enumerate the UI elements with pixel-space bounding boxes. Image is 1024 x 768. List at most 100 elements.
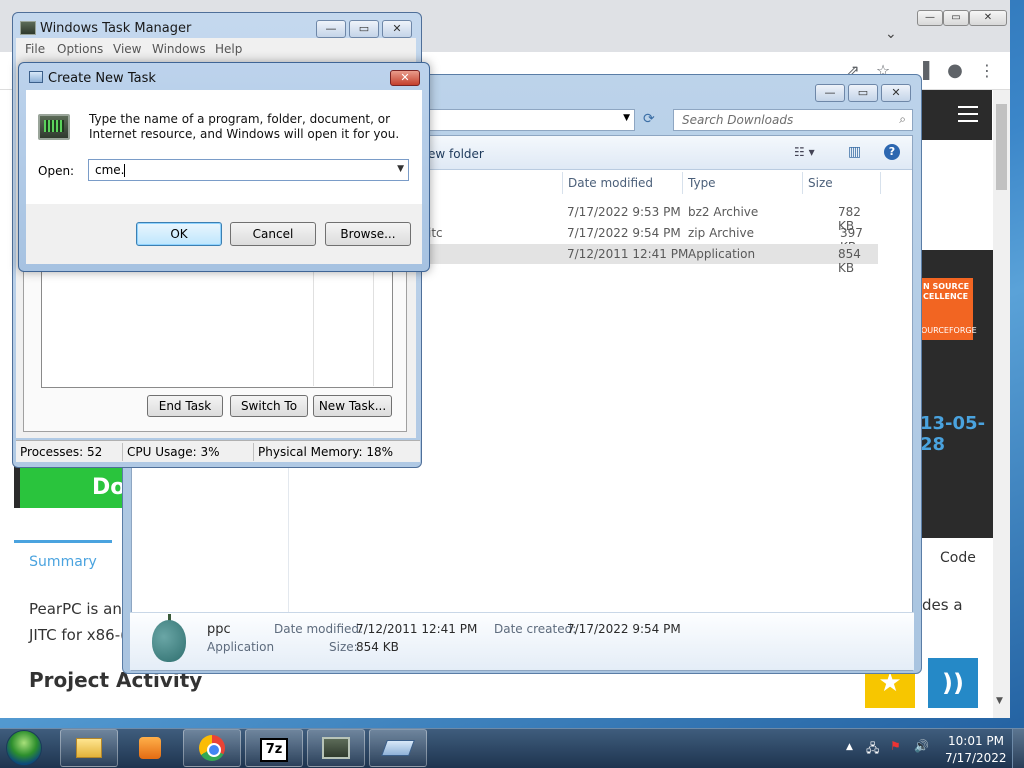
taskmgr-close-button[interactable]: ✕: [382, 20, 412, 38]
scrollbar-thumb[interactable]: [996, 104, 1007, 190]
end-task-button[interactable]: End Task: [147, 395, 223, 417]
ok-button[interactable]: OK: [136, 222, 222, 246]
address-bar[interactable]: ▼: [423, 109, 635, 131]
mouse-cursor-icon: [78, 512, 98, 534]
menu-windows[interactable]: Windows: [152, 42, 206, 56]
details-kind: Application: [207, 640, 275, 654]
download-button[interactable]: Do: [20, 468, 124, 508]
tab-code[interactable]: Code: [940, 550, 976, 566]
volume-icon[interactable]: 🔊: [914, 739, 929, 753]
media-player-icon: [139, 737, 161, 759]
dialog-message: Type the name of a program, folder, docu…: [89, 112, 400, 141]
taskbar-media-player[interactable]: [121, 729, 179, 767]
new-task-button[interactable]: New Task...: [313, 395, 392, 417]
column-divider: [373, 268, 374, 386]
details-date-created: 7/17/2022 9:54 PM: [567, 622, 681, 636]
task-manager-title: Windows Task Manager: [40, 21, 192, 36]
badge-subtitle: OURCEFORGE: [921, 326, 977, 335]
explorer-close-button[interactable]: ✕: [881, 84, 911, 102]
new-folder-button[interactable]: ew folder: [428, 147, 484, 161]
physical-memory: Physical Memory: 18%: [258, 445, 394, 459]
status-divider: [253, 443, 254, 461]
chrome-minimize-button[interactable]: —: [917, 10, 943, 26]
explorer-minimize-button[interactable]: —: [815, 84, 845, 102]
site-header: [922, 90, 992, 140]
search-icon[interactable]: ⌕: [899, 112, 906, 127]
switch-to-button[interactable]: Switch To: [230, 395, 308, 417]
taskmgr-minimize-button[interactable]: —: [316, 20, 346, 38]
task-manager-icon: [322, 737, 350, 759]
network-icon[interactable]: 🖧: [866, 739, 879, 760]
kebab-menu-icon[interactable]: ⋮: [976, 60, 998, 82]
task-manager-icon: [20, 21, 36, 35]
processes-count: Processes: 52: [20, 445, 103, 459]
clock-time[interactable]: 10:01 PM: [948, 734, 1004, 748]
menu-view[interactable]: View: [113, 42, 141, 56]
dialog-close-button[interactable]: ✕: [390, 70, 420, 86]
address-dropdown-icon[interactable]: ▼: [623, 113, 630, 123]
details-date-modified: 7/12/2011 12:41 PM: [356, 622, 478, 636]
open-label: Open:: [38, 164, 75, 178]
explorer-maximize-button[interactable]: ▭: [848, 84, 878, 102]
cancel-button[interactable]: Cancel: [230, 222, 316, 246]
combobox-dropdown-icon[interactable]: ▼: [397, 164, 404, 174]
details-size-label: Size:: [329, 640, 358, 654]
tab-summary[interactable]: Summary: [14, 540, 112, 580]
details-filename: ppc: [207, 622, 231, 637]
column-size[interactable]: Size: [808, 176, 833, 190]
chrome-icon: [199, 735, 225, 761]
project-description-tail: des a: [922, 596, 963, 614]
clock-date[interactable]: 7/17/2022: [945, 751, 1007, 765]
column-divider[interactable]: [802, 172, 803, 194]
details-date-modified-label: Date modified:: [274, 622, 364, 636]
cpu-usage: CPU Usage: 3%: [127, 445, 220, 459]
chrome-close-button[interactable]: ✕: [969, 10, 1007, 26]
details-date-created-label: Date created:: [494, 622, 577, 636]
action-center-icon[interactable]: ⚑: [890, 739, 901, 753]
taskbar-run-dialog[interactable]: [369, 729, 427, 767]
help-icon[interactable]: ?: [884, 144, 900, 160]
scroll-down-arrow[interactable]: ▼: [996, 696, 1003, 706]
task-manager-statusbar: Processes: 52 CPU Usage: 3% Physical Mem…: [16, 440, 420, 462]
applications-list[interactable]: [41, 262, 393, 388]
menu-options[interactable]: Options: [57, 42, 103, 56]
column-divider: [313, 268, 314, 386]
open-combobox[interactable]: cme. ▼: [88, 159, 409, 181]
menu-help[interactable]: Help: [215, 42, 242, 56]
menu-file[interactable]: File: [25, 42, 45, 56]
taskbar-task-manager[interactable]: [307, 729, 365, 767]
rss-feed-button[interactable]: )): [928, 658, 978, 708]
column-divider[interactable]: [562, 172, 563, 194]
pearpc-app-icon: [152, 620, 186, 662]
column-type[interactable]: Type: [688, 176, 716, 190]
chrome-maximize-button[interactable]: ▭: [943, 10, 969, 26]
taskbar-7zip[interactable]: 7z: [245, 729, 303, 767]
preview-pane-icon[interactable]: ▥: [848, 144, 861, 160]
hamburger-menu-icon[interactable]: [958, 106, 978, 122]
status-divider: [122, 443, 123, 461]
open-input-value[interactable]: cme.: [95, 163, 124, 177]
taskmgr-maximize-button[interactable]: ▭: [349, 20, 379, 38]
dialog-title: Create New Task: [48, 71, 156, 86]
column-divider[interactable]: [682, 172, 683, 194]
task-manager-menubar: File Options View Windows Help: [16, 38, 416, 58]
project-description: PearPC is an a JITC for x86-(: [29, 600, 136, 644]
search-input[interactable]: Search Downloads ⌕: [673, 109, 913, 131]
view-options-icon[interactable]: ☷ ▾: [794, 145, 815, 159]
taskbar-chrome[interactable]: [183, 729, 241, 767]
run-dialog-icon: [29, 71, 43, 83]
chevron-down-icon[interactable]: ⌄: [885, 26, 897, 42]
text-caret: [124, 164, 126, 177]
profile-icon[interactable]: ●: [944, 60, 966, 82]
column-divider[interactable]: [880, 172, 881, 194]
refresh-icon[interactable]: ⟳: [643, 111, 655, 127]
folder-icon: [76, 738, 102, 758]
show-hidden-icons[interactable]: ▲: [846, 742, 853, 752]
details-size: 854 KB: [356, 640, 399, 654]
start-button[interactable]: [6, 730, 42, 766]
run-icon: [381, 740, 415, 756]
taskbar-explorer[interactable]: [60, 729, 118, 767]
browse-button[interactable]: Browse...: [325, 222, 411, 246]
show-desktop-button[interactable]: [1012, 729, 1024, 768]
column-date-modified[interactable]: Date modified: [568, 176, 653, 190]
